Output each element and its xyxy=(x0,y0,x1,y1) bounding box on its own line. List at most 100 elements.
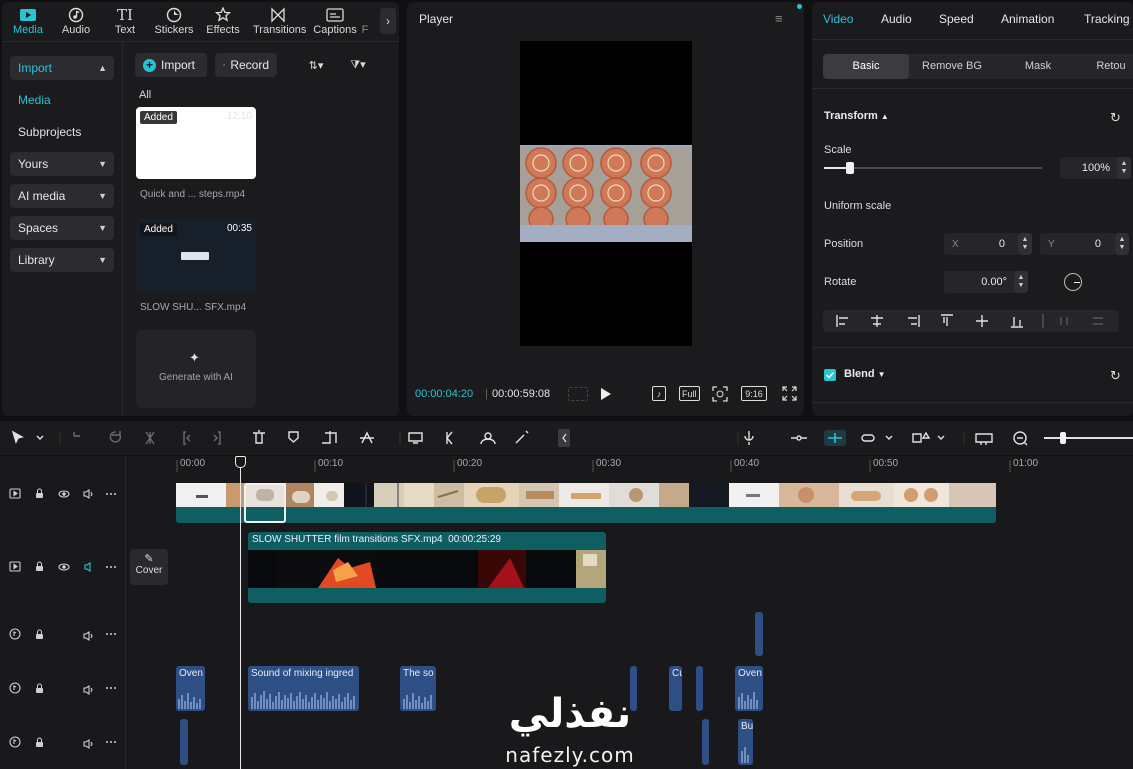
tabs-scroll-right-button[interactable]: › xyxy=(380,8,396,34)
audio-clip[interactable] xyxy=(180,719,188,765)
tab-label: Transitions xyxy=(253,24,307,36)
rotate-value-input[interactable]: 0.00° xyxy=(944,271,1019,293)
sidebar-item-media[interactable]: Media xyxy=(18,93,51,107)
audio-clip[interactable] xyxy=(755,612,763,656)
audio-clip-label: The so xyxy=(403,668,434,679)
rotate-dial[interactable] xyxy=(1064,273,1082,291)
sidebar-item-label: Spaces xyxy=(18,221,59,235)
tab-stickers[interactable]: Stickers xyxy=(149,6,199,40)
tab-video[interactable]: Video xyxy=(823,12,853,26)
playhead-handle[interactable] xyxy=(235,456,246,468)
sidebar-item-label: Import xyxy=(18,61,53,75)
sidebar-spaces[interactable]: Spaces ▼ xyxy=(10,216,114,240)
tab-media[interactable]: Media xyxy=(3,6,53,40)
audio-clip[interactable]: Oven xyxy=(176,666,205,711)
menu-icon[interactable]: ≡ xyxy=(775,11,783,26)
ruler-tick-label: 00:50 xyxy=(873,458,899,469)
position-y-stepper[interactable]: ▲ ▼ xyxy=(1115,233,1129,255)
position-x-stepper[interactable]: ▲ ▼ xyxy=(1018,233,1032,255)
subtab-retouch[interactable]: Retou xyxy=(1081,54,1133,79)
ruler-tick-label: 00:20 xyxy=(457,458,483,469)
tab-filters[interactable]: F xyxy=(355,6,375,40)
generate-label: Generate with AI xyxy=(159,372,233,383)
audio-clip[interactable] xyxy=(702,719,709,765)
overlay-clip-duration: 00:00:25:29 xyxy=(448,534,501,545)
tab-text[interactable]: TI Text xyxy=(100,6,150,40)
blend-section-title[interactable]: Blend ▼ xyxy=(844,368,886,380)
tab-animation[interactable]: Animation xyxy=(1001,12,1054,26)
sidebar-item-label: AI media xyxy=(18,189,66,203)
caret-up-icon: ▲ xyxy=(1021,236,1029,243)
import-label: Import xyxy=(161,58,196,72)
zoom-fit-button[interactable] xyxy=(712,386,728,402)
sidebar-ai-media[interactable]: AI media ▼ xyxy=(10,184,114,208)
play-button[interactable] xyxy=(600,387,612,401)
media-thumbnail[interactable]: Added 12:10 xyxy=(136,107,256,179)
tab-effects[interactable]: Effects xyxy=(198,6,248,40)
scale-value-input[interactable]: 100% xyxy=(1060,157,1120,179)
tab-audio[interactable]: Audio xyxy=(51,6,101,40)
audio-waveform xyxy=(178,693,201,709)
overlay-video-clip[interactable]: SLOW SHUTTER film transitions SFX.mp4 00… xyxy=(248,532,606,603)
record-button[interactable]: Record xyxy=(215,53,277,77)
ruler-tick-label: 00:10 xyxy=(318,458,344,469)
sidebar-import[interactable]: Import ▲ xyxy=(10,56,114,80)
rotate-stepper[interactable]: ▲ ▼ xyxy=(1014,271,1028,293)
generate-ai-card[interactable]: ✦ Generate with AI xyxy=(136,330,256,408)
tab-captions[interactable]: Captions xyxy=(310,6,360,40)
media-thumbnail[interactable]: Added 00:35 xyxy=(136,219,256,291)
timeline-toolbar xyxy=(0,421,1133,455)
subtab-mask[interactable]: Mask xyxy=(995,54,1081,79)
reset-icon[interactable]: ↻ xyxy=(1110,110,1121,126)
clip-selection-frame[interactable] xyxy=(244,483,286,523)
tab-transitions[interactable]: Transitions xyxy=(253,6,307,40)
basic-subtabs: Basic Remove BG Mask Retou xyxy=(823,54,1133,79)
position-x-value: 0 xyxy=(998,238,1005,250)
tiktok-icon[interactable]: ♪ xyxy=(652,386,666,401)
scale-stepper[interactable]: ▲ ▼ xyxy=(1117,157,1131,179)
scale-slider[interactable] xyxy=(824,162,1042,174)
sort-button[interactable]: ⇅▾ xyxy=(303,57,329,73)
audio-waveform xyxy=(403,693,432,709)
video-canvas[interactable] xyxy=(520,41,692,346)
audio-clip[interactable]: Sound of mixing ingred xyxy=(248,666,359,711)
sidebar-yours[interactable]: Yours ▼ xyxy=(10,152,114,176)
track-header-icons xyxy=(9,488,116,750)
audio-clip[interactable]: Cu xyxy=(669,666,682,711)
filter-button[interactable]: ⧩▾ xyxy=(345,57,371,73)
audio-clip[interactable] xyxy=(696,666,703,711)
tab-tracking[interactable]: Tracking xyxy=(1084,12,1130,26)
scale-slider-handle[interactable] xyxy=(846,162,855,174)
tab-speed[interactable]: Speed xyxy=(939,12,974,26)
time-ruler[interactable]: 00:00 00:10 00:20 00:30 00:40 00:50 01:0… xyxy=(176,456,1133,472)
audio-icon xyxy=(68,7,84,23)
total-time: 00:00:59:08 xyxy=(492,388,551,400)
cover-button[interactable]: ✎ Cover xyxy=(130,549,168,585)
position-y-input[interactable]: Y0 xyxy=(1040,233,1115,255)
import-button[interactable]: + Import xyxy=(135,53,207,77)
audio-clip[interactable]: Oven xyxy=(735,666,763,711)
audio-clip[interactable]: The so xyxy=(400,666,436,711)
y-axis-label: Y xyxy=(1048,238,1055,250)
audio-clip[interactable]: Bu xyxy=(738,719,753,765)
reset-icon[interactable]: ↻ xyxy=(1110,368,1121,384)
fullscreen-button[interactable] xyxy=(782,386,797,401)
effects-icon xyxy=(215,7,231,22)
position-x-input[interactable]: X0 xyxy=(944,233,1019,255)
transform-section-title[interactable]: Transform ▲ xyxy=(824,110,889,122)
subtab-remove-bg[interactable]: Remove BG xyxy=(909,54,995,79)
playhead[interactable] xyxy=(240,460,241,769)
subtab-basic[interactable]: Basic xyxy=(823,54,909,79)
grid-icon[interactable] xyxy=(568,387,588,401)
tab-audio[interactable]: Audio xyxy=(881,12,912,26)
alignment-icons xyxy=(836,314,1103,328)
audio-waveform xyxy=(738,692,758,709)
overlay-clip-name: SLOW SHUTTER film transitions SFX.mp4 xyxy=(252,534,443,545)
main-video-clip[interactable] xyxy=(176,483,996,523)
full-quality-button[interactable]: Full xyxy=(679,386,700,401)
player-panel: Player ≡ 00:00:04:20 | 00:00:59:08 ♪ Ful… xyxy=(407,2,804,416)
aspect-ratio-button[interactable]: 9:16 xyxy=(741,386,767,401)
sidebar-library[interactable]: Library ▼ xyxy=(10,248,114,272)
blend-checkbox[interactable] xyxy=(824,369,836,381)
sidebar-item-subprojects[interactable]: Subprojects xyxy=(18,125,81,139)
